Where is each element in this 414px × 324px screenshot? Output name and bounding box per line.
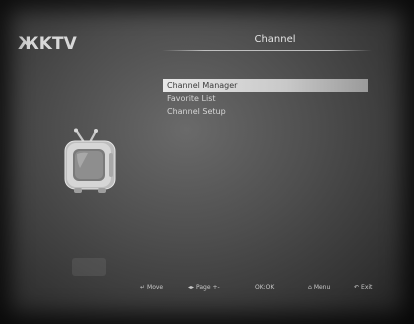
- back-icon: ↶: [354, 284, 360, 291]
- page-arrows-icon: ◂▸: [188, 284, 195, 291]
- menu-item-favorite-list[interactable]: Favorite List: [163, 92, 368, 105]
- screen: ЖKTV Channel Channel Manager Favorite Li…: [0, 0, 414, 324]
- menu-item-channel-manager[interactable]: Channel Manager: [163, 79, 368, 92]
- hint-label: OK:OK: [255, 284, 275, 291]
- page-title: Channel: [254, 34, 296, 45]
- hint-page: ◂▸ Page +-: [188, 284, 220, 291]
- hint-ok: OK:OK: [255, 284, 274, 291]
- brand-logo: ЖKTV: [18, 34, 77, 54]
- title-divider: [162, 50, 372, 51]
- menu-item-channel-setup[interactable]: Channel Setup: [163, 105, 368, 118]
- hint-menu: ⌂ Menu: [308, 284, 330, 291]
- hint-label: Move: [147, 284, 164, 291]
- hint-move: ↵ Move: [140, 284, 163, 291]
- hint-label: Exit: [361, 284, 373, 291]
- hint-label: Menu: [313, 284, 331, 291]
- hint-label: Page +-: [196, 284, 220, 291]
- footer-hints: ↵ Move ◂▸ Page +- OK:OK ⌂ Menu ↶ Exit: [140, 284, 410, 296]
- home-icon: ⌂: [308, 284, 312, 291]
- decorative-shape: [72, 258, 106, 276]
- enter-icon: ↵: [140, 284, 146, 291]
- tv-icon: [62, 128, 118, 200]
- hint-exit: ↶ Exit: [354, 284, 372, 291]
- channel-menu: Channel Manager Favorite List Channel Se…: [163, 79, 368, 118]
